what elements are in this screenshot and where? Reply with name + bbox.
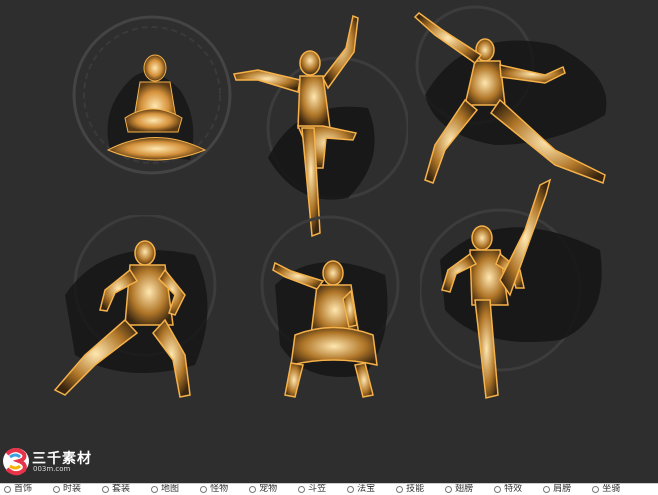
radio-icon[interactable] — [151, 486, 159, 493]
radio-icon[interactable] — [200, 486, 208, 493]
figure-high-kick — [420, 170, 620, 410]
nav-item-label: 法宝 — [357, 484, 376, 494]
nav-item-wings[interactable]: 翅膀 — [445, 484, 473, 495]
radio-icon[interactable] — [396, 486, 404, 493]
radio-icon[interactable] — [249, 486, 257, 493]
radio-icon[interactable] — [494, 486, 502, 493]
nav-item-shoulder[interactable]: 肩膀 — [543, 484, 571, 495]
nav-item-pet[interactable]: 宠物 — [249, 484, 277, 495]
nav-item-map[interactable]: 地图 — [151, 484, 179, 495]
radio-icon[interactable] — [347, 486, 355, 493]
nav-item-label: 翅膀 — [455, 484, 474, 494]
nav-item-label: 时装 — [63, 484, 82, 494]
nav-item-label: 套装 — [112, 484, 131, 494]
nav-item-hat[interactable]: 斗笠 — [298, 484, 326, 495]
nav-item-suit[interactable]: 套装 — [102, 484, 130, 495]
logo-mark-icon — [3, 448, 29, 476]
nav-item-label: 坐骑 — [602, 484, 621, 494]
figure-crouch — [255, 215, 405, 405]
figure-seated-meditation — [70, 0, 235, 200]
nav-item-skill[interactable]: 技能 — [396, 484, 424, 495]
nav-item-monster[interactable]: 怪物 — [200, 484, 228, 495]
nav-item-label: 首饰 — [14, 484, 33, 494]
preview-canvas: 三千素材 003m.com — [0, 0, 658, 483]
nav-item-label: 地图 — [161, 484, 180, 494]
figure-flying-kick — [405, 5, 620, 195]
nav-item-label: 怪物 — [210, 484, 229, 494]
radio-icon[interactable] — [543, 486, 551, 493]
figure-horse-stance — [45, 215, 225, 410]
nav-item-jewelry[interactable]: 首饰 — [4, 484, 32, 495]
radio-icon[interactable] — [445, 486, 453, 493]
nav-item-label: 宠物 — [259, 484, 278, 494]
category-nav: 首饰 时装 套装 地图 怪物 宠物 斗笠 法宝 技能 翅膀 特效 肩膀 坐骑 — [0, 483, 658, 495]
nav-item-label: 斗笠 — [308, 484, 327, 494]
site-logo[interactable]: 三千素材 003m.com — [0, 444, 110, 480]
nav-item-label: 肩膀 — [553, 484, 572, 494]
figure-one-leg-stance — [228, 8, 408, 248]
logo-subtitle: 003m.com — [33, 465, 71, 473]
radio-icon[interactable] — [4, 486, 11, 493]
nav-item-mount[interactable]: 坐骑 — [592, 484, 620, 495]
nav-item-label: 特效 — [504, 484, 523, 494]
nav-item-effect[interactable]: 特效 — [494, 484, 522, 495]
nav-item-treasure[interactable]: 法宝 — [347, 484, 375, 495]
nav-item-fashion[interactable]: 时装 — [53, 484, 81, 495]
radio-icon[interactable] — [53, 486, 61, 493]
radio-icon[interactable] — [102, 486, 110, 493]
radio-icon[interactable] — [592, 486, 600, 493]
radio-icon[interactable] — [298, 486, 306, 493]
nav-item-label: 技能 — [406, 484, 425, 494]
